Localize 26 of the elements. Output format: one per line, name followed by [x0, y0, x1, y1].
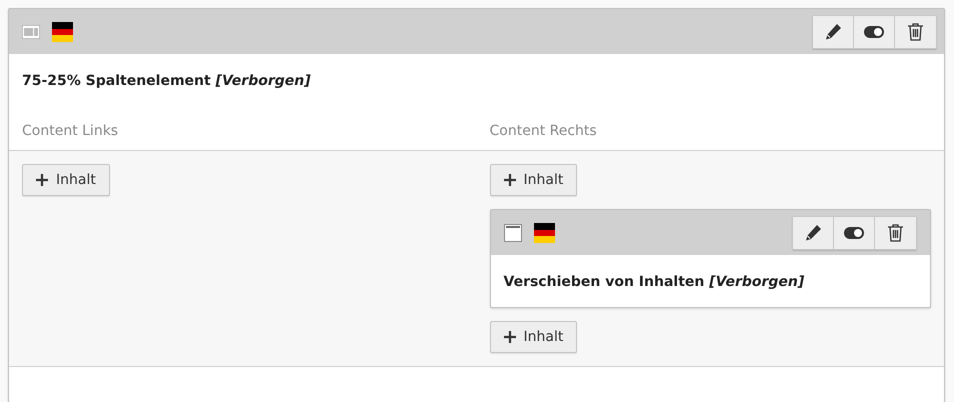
plus-icon [36, 174, 48, 186]
trash-icon [908, 22, 923, 40]
column-heading: Content Rechts [490, 123, 597, 139]
edit-button[interactable] [813, 16, 854, 48]
flag-icon [534, 222, 554, 242]
pencil-icon [824, 22, 842, 40]
pencil-icon [804, 224, 822, 242]
plus-icon [504, 331, 516, 343]
toggle-icon [864, 26, 884, 38]
delete-button[interactable] [895, 16, 936, 48]
toggle-icon [844, 226, 864, 238]
toggle-button[interactable] [834, 216, 875, 248]
add-content-button[interactable]: Inhalt [490, 321, 578, 353]
flag-icon [52, 22, 73, 42]
columns-icon [22, 24, 40, 38]
toggle-button[interactable] [854, 16, 895, 48]
column-heading: Content Links [22, 123, 118, 139]
add-content-button[interactable]: Inhalt [490, 164, 578, 196]
plus-icon [504, 174, 516, 186]
delete-button[interactable] [875, 216, 916, 248]
trash-icon [888, 224, 903, 242]
element-title: Verschieben von Inhalten [Verborgen] [504, 274, 804, 290]
element-title: 75-25% Spaltenelement [Verborgen] [22, 73, 311, 89]
window-icon [504, 224, 522, 242]
add-content-button[interactable]: Inhalt [22, 164, 110, 196]
edit-button[interactable] [793, 216, 834, 248]
